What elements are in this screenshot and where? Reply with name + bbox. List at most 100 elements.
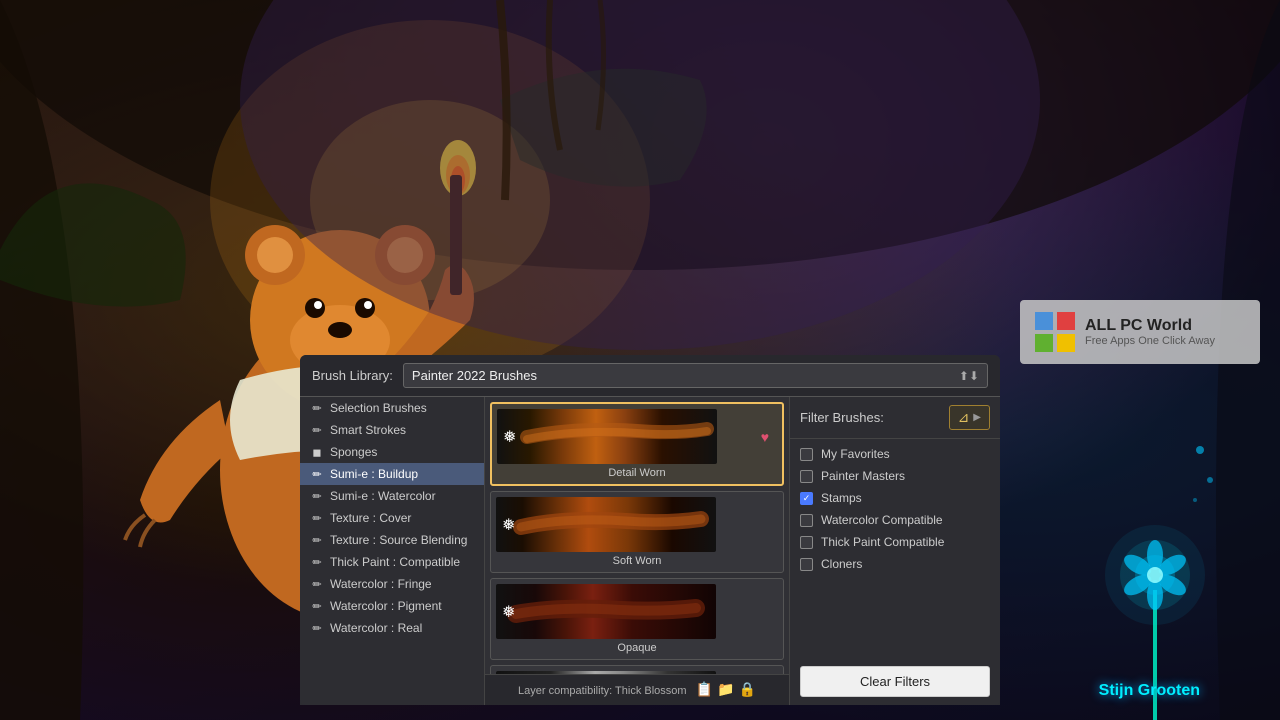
brush-library-selected: Painter 2022 Brushes [412, 368, 537, 383]
favorite-heart-icon[interactable]: ♥ [761, 429, 769, 445]
brush-category-item[interactable]: ✏ Watercolor : Fringe [300, 573, 484, 595]
category-icon: ✏ [310, 402, 324, 415]
layer-compat-label: Layer compatibility: Thick Blossom [518, 685, 690, 697]
brush-category-item[interactable]: ◼ Sponges [300, 441, 484, 463]
brush-previews-panel: ❅ ♥ Detail Worn ❅ [485, 397, 790, 705]
brush-category-icon: ❅ [502, 602, 515, 622]
watermark-text-block: ALL PC World Free Apps One Click Away [1085, 317, 1215, 347]
brush-stroke-svg [496, 584, 716, 639]
brush-preview-image [497, 409, 717, 464]
category-label: Sumi-e : Watercolor [330, 489, 436, 503]
brush-category-item[interactable]: ✏ Selection Brushes [300, 397, 484, 419]
watermark-subtitle: Free Apps One Click Away [1085, 335, 1215, 347]
filter-funnel-icon: ⊿ [958, 409, 970, 426]
layer-compatibility-bar: Layer compatibility: Thick Blossom 📋 📁 🔒 [485, 674, 789, 705]
filter-option-painter-masters[interactable]: Painter Masters [800, 469, 990, 483]
category-icon: ✏ [310, 578, 324, 591]
brush-category-icon: ❅ [502, 515, 515, 535]
brush-preview-image [496, 497, 716, 552]
filter-option-cloners[interactable]: Cloners [800, 557, 990, 571]
brush-preview-image [496, 584, 716, 639]
filter-label-cloners: Cloners [821, 557, 862, 571]
category-label: Texture : Cover [330, 511, 411, 525]
content-area: ✏ Selection Brushes ✏ Smart Strokes ◼ Sp… [300, 397, 1000, 705]
category-label: Texture : Source Blending [330, 533, 467, 547]
brush-library-panel: Brush Library: Painter 2022 Brushes ⬆⬇ ✏… [300, 355, 1000, 705]
category-icon: ✏ [310, 622, 324, 635]
filter-option-thick-paint-compatible[interactable]: Thick Paint Compatible [800, 535, 990, 549]
watermark-logo [1035, 312, 1075, 352]
brush-list-item[interactable]: ❅ ♥ Detail Worn [490, 402, 784, 486]
category-icon: ✏ [310, 512, 324, 525]
layer-compat-icons: 📋 📁 🔒 [696, 681, 756, 698]
filter-icon-button[interactable]: ⊿ ▶ [949, 405, 990, 430]
brush-stroke-svg [496, 497, 716, 552]
filter-options-list: My Favorites Painter Masters Stamps Wate… [790, 439, 1000, 658]
brush-stroke-svg [496, 671, 716, 674]
filter-checkbox-thick-paint-compatible[interactable] [800, 536, 813, 549]
layer-icon-3: 🔒 [739, 681, 756, 698]
brush-category-item[interactable]: ✏ Texture : Source Blending [300, 529, 484, 551]
dropdown-arrow-icon: ⬆⬇ [959, 369, 979, 383]
brush-stroke-svg [497, 409, 717, 464]
layer-compat-value: Thick Blossom [615, 685, 687, 697]
filter-label-painter-masters: Painter Masters [821, 469, 905, 483]
filter-option-watercolor-compatible[interactable]: Watercolor Compatible [800, 513, 990, 527]
brush-list-item[interactable]: ❅ Opaque [490, 578, 784, 660]
brush-library-dropdown[interactable]: Painter 2022 Brushes ⬆⬇ [403, 363, 988, 388]
category-icon: ◼ [310, 446, 324, 459]
filter-title: Filter Brushes: [800, 410, 884, 425]
filter-checkbox-my-favorites[interactable] [800, 448, 813, 461]
category-icon: ✏ [310, 600, 324, 613]
brush-preview-image [496, 671, 716, 674]
brush-name-label: Detail Worn [608, 467, 665, 479]
filter-label-thick-paint-compatible: Thick Paint Compatible [821, 535, 944, 549]
brush-category-item[interactable]: ✏ Watercolor : Pigment [300, 595, 484, 617]
layer-icon-2: 📁 [717, 681, 734, 698]
category-label: Watercolor : Fringe [330, 577, 432, 591]
filter-panel: Filter Brushes: ⊿ ▶ My Favorites Painter… [790, 397, 1000, 705]
brush-library-bar: Brush Library: Painter 2022 Brushes ⬆⬇ [300, 355, 1000, 397]
filter-header: Filter Brushes: ⊿ ▶ [790, 397, 1000, 439]
brush-list-item[interactable]: ❅ Dry Grainy [490, 665, 784, 674]
brush-category-item[interactable]: ✏ Thick Paint : Compatible [300, 551, 484, 573]
brush-category-item[interactable]: ✏ Sumi-e : Buildup [300, 463, 484, 485]
brush-library-label: Brush Library: [312, 368, 393, 383]
filter-label-stamps: Stamps [821, 491, 862, 505]
filter-checkbox-painter-masters[interactable] [800, 470, 813, 483]
category-icon: ✏ [310, 534, 324, 547]
filter-checkbox-watercolor-compatible[interactable] [800, 514, 813, 527]
category-label: Watercolor : Real [330, 621, 422, 635]
clear-filters-button[interactable]: Clear Filters [800, 666, 990, 697]
filter-label-my-favorites: My Favorites [821, 447, 890, 461]
filter-checkbox-stamps[interactable] [800, 492, 813, 505]
stijn-grooten-credit: Stijn Grooten [1099, 682, 1200, 700]
category-icon: ✏ [310, 556, 324, 569]
category-icon: ✏ [310, 490, 324, 503]
watermark: ALL PC World Free Apps One Click Away [1020, 300, 1260, 364]
brush-name-label: Soft Worn [613, 555, 662, 567]
category-label: Sumi-e : Buildup [330, 467, 418, 481]
category-label: Selection Brushes [330, 401, 427, 415]
category-icon: ✏ [310, 424, 324, 437]
layer-compat-text: Layer compatibility: [518, 685, 612, 697]
brush-category-item[interactable]: ✏ Smart Strokes [300, 419, 484, 441]
filter-label-watercolor-compatible: Watercolor Compatible [821, 513, 943, 527]
brush-name-label: Opaque [617, 642, 656, 654]
brush-category-icon: ❅ [503, 427, 516, 447]
category-label: Thick Paint : Compatible [330, 555, 460, 569]
category-label: Smart Strokes [330, 423, 406, 437]
filter-checkbox-cloners[interactable] [800, 558, 813, 571]
filter-option-stamps[interactable]: Stamps [800, 491, 990, 505]
category-label: Sponges [330, 445, 377, 459]
brush-category-item[interactable]: ✏ Texture : Cover [300, 507, 484, 529]
brush-category-item[interactable]: ✏ Sumi-e : Watercolor [300, 485, 484, 507]
brush-list-item[interactable]: ❅ Soft Worn [490, 491, 784, 573]
brush-categories-panel: ✏ Selection Brushes ✏ Smart Strokes ◼ Sp… [300, 397, 485, 705]
category-label: Watercolor : Pigment [330, 599, 442, 613]
layer-icon-1: 📋 [696, 681, 713, 698]
brush-list: ❅ ♥ Detail Worn ❅ [485, 397, 789, 674]
category-icon: ✏ [310, 468, 324, 481]
filter-option-my-favorites[interactable]: My Favorites [800, 447, 990, 461]
brush-category-item[interactable]: ✏ Watercolor : Real [300, 617, 484, 639]
